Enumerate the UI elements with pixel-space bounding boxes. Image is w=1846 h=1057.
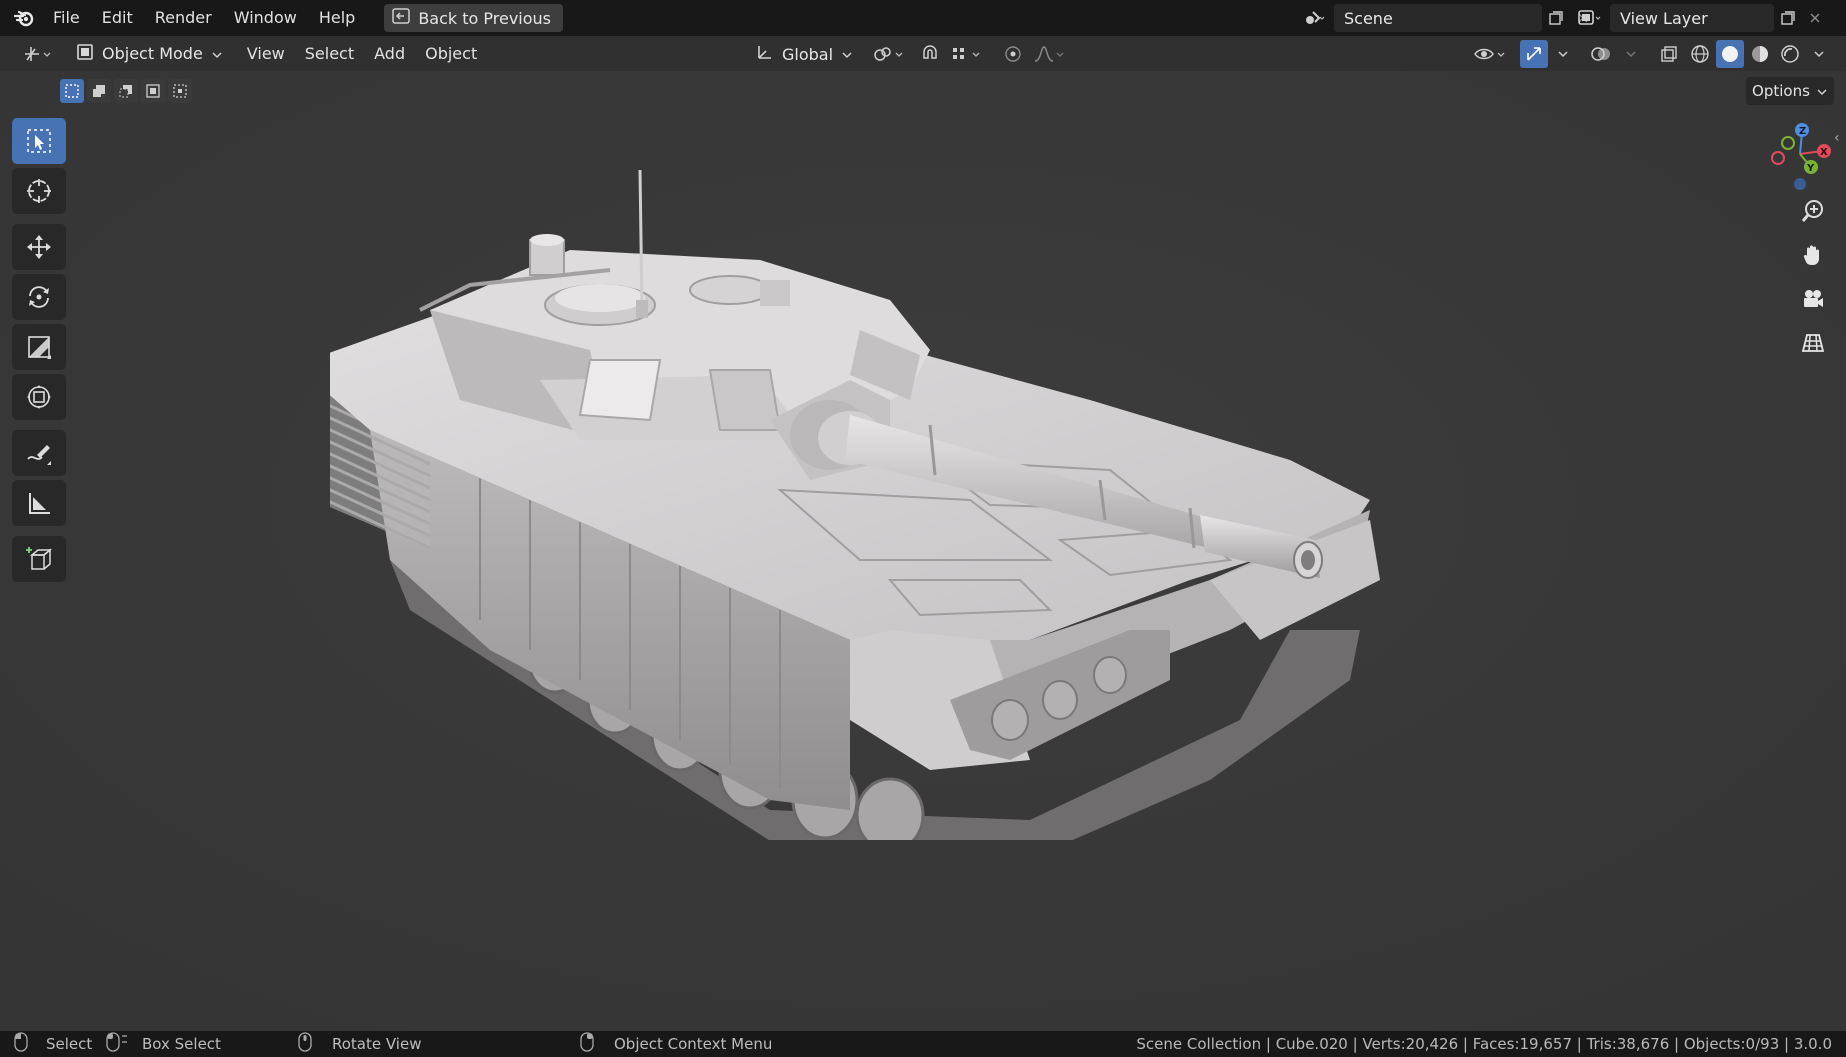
- menu-render[interactable]: Render: [144, 0, 223, 36]
- pivot-point-icon[interactable]: [868, 40, 912, 68]
- orientation-axes-icon: [756, 43, 774, 65]
- svg-text:X: X: [1820, 147, 1828, 158]
- gizmo-dropdown-icon[interactable]: [1550, 40, 1576, 68]
- menu-edit[interactable]: Edit: [91, 0, 144, 36]
- header-menu-add[interactable]: Add: [364, 44, 415, 63]
- add-cube-icon[interactable]: [12, 536, 66, 582]
- transform-orientation-label: Global: [782, 44, 834, 64]
- sidebar-collapse-arrow-icon[interactable]: ‹: [1834, 130, 1840, 146]
- select-mode-buttons: [60, 79, 192, 103]
- svg-text:Y: Y: [1806, 163, 1815, 174]
- snap-target-icon[interactable]: [948, 40, 988, 68]
- measure-icon[interactable]: [12, 480, 66, 526]
- blender-window: File Edit Render Window Help Back to Pre…: [0, 0, 1846, 1057]
- options-label: Options: [1752, 82, 1810, 100]
- blender-logo-icon[interactable]: [6, 0, 42, 36]
- zoom-icon[interactable]: [1794, 192, 1832, 230]
- navigation-buttons: [1794, 192, 1832, 362]
- status-context-menu: Object Context Menu: [580, 1031, 772, 1057]
- shading-wireframe-icon[interactable]: [1686, 40, 1714, 68]
- proportional-editing-icon[interactable]: [998, 40, 1028, 68]
- overlays-toggle-icon[interactable]: [1586, 40, 1616, 68]
- visibility-eye-icon[interactable]: [1470, 40, 1512, 68]
- transform-icon[interactable]: [12, 374, 66, 420]
- chevron-down-icon: [841, 45, 853, 63]
- snap-toggle-icon[interactable]: [916, 40, 944, 68]
- view-layer-name-field[interactable]: View Layer: [1610, 4, 1774, 32]
- hand-pan-icon[interactable]: [1794, 236, 1832, 274]
- gizmo-toggle-icon[interactable]: [1520, 40, 1548, 68]
- status-rotate-view-label: Rotate View: [332, 1035, 422, 1053]
- status-bar: Select Box Select Rotate View Object Con…: [0, 1031, 1846, 1057]
- select-mode-subtract-icon[interactable]: [114, 79, 138, 103]
- xray-toggle-icon[interactable]: [1654, 40, 1684, 68]
- scale-icon[interactable]: [12, 324, 66, 370]
- move-icon[interactable]: [12, 224, 66, 270]
- chevron-down-icon: [211, 44, 223, 63]
- overlays-dropdown-icon[interactable]: [1618, 40, 1644, 68]
- back-to-previous-button[interactable]: Back to Previous: [384, 4, 564, 32]
- menu-help[interactable]: Help: [308, 0, 366, 36]
- shading-solid-icon[interactable]: [1716, 40, 1744, 68]
- viewport-display-tools: [1470, 40, 1832, 68]
- top-bar: File Edit Render Window Help Back to Pre…: [0, 0, 1846, 36]
- new-view-layer-icon[interactable]: [1774, 4, 1802, 32]
- object-mode-label: Object Mode: [102, 44, 203, 63]
- header-menu-select[interactable]: Select: [295, 44, 364, 63]
- view-layer-icon[interactable]: [1570, 4, 1610, 32]
- tank-3d-model[interactable]: [290, 160, 1570, 860]
- select-box-icon[interactable]: [12, 118, 66, 164]
- object-mode-icon: [76, 43, 94, 65]
- shading-material-icon[interactable]: [1746, 40, 1774, 68]
- status-box-select-label: Box Select: [142, 1035, 221, 1053]
- options-dropdown[interactable]: Options: [1746, 77, 1834, 105]
- select-mode-intersect-icon[interactable]: [168, 79, 192, 103]
- select-mode-new-icon[interactable]: [60, 79, 84, 103]
- shading-rendered-icon[interactable]: [1776, 40, 1804, 68]
- scene-name-field[interactable]: Scene: [1334, 4, 1542, 32]
- menu-file[interactable]: File: [42, 0, 91, 36]
- status-select-label: Select: [46, 1035, 93, 1053]
- transform-orientation-dropdown[interactable]: Global: [750, 40, 858, 68]
- select-mode-extend-icon[interactable]: [87, 79, 111, 103]
- view-layer-selector: View Layer: [1570, 4, 1828, 32]
- svg-text:Z: Z: [1799, 126, 1806, 137]
- mouse-drag-icon: [106, 1032, 128, 1056]
- back-to-previous-label: Back to Previous: [418, 8, 552, 28]
- falloff-curve-icon[interactable]: [1032, 40, 1068, 68]
- cursor-icon[interactable]: [12, 168, 66, 214]
- scene-selector: Scene: [1294, 4, 1596, 32]
- chevron-down-icon: [1816, 82, 1828, 100]
- status-context-menu-label: Object Context Menu: [614, 1035, 773, 1053]
- status-rotate-view: Rotate View: [298, 1031, 421, 1057]
- select-mode-invert-icon[interactable]: [141, 79, 165, 103]
- viewport-header: Object Mode View Select Add Object Globa…: [0, 36, 1846, 71]
- status-box-select: Box Select: [106, 1031, 221, 1057]
- mouse-right-icon: [580, 1032, 594, 1056]
- scene-icon[interactable]: [1294, 4, 1334, 32]
- editor-type-icon[interactable]: [18, 40, 58, 68]
- object-mode-dropdown[interactable]: Object Mode: [70, 40, 229, 68]
- transform-tools: Global: [750, 40, 1068, 68]
- back-arrow-icon: [392, 8, 411, 28]
- header-menu-object[interactable]: Object: [415, 44, 487, 63]
- camera-icon[interactable]: [1794, 280, 1832, 318]
- header-menu-view[interactable]: View: [237, 44, 295, 63]
- grid-ortho-icon[interactable]: [1794, 324, 1832, 362]
- new-scene-icon[interactable]: [1542, 4, 1570, 32]
- delete-view-layer-icon[interactable]: [1802, 4, 1828, 32]
- menu-window[interactable]: Window: [223, 0, 308, 36]
- mouse-left-icon: [14, 1032, 28, 1056]
- mouse-middle-icon: [298, 1032, 312, 1056]
- tool-shelf: [12, 118, 66, 586]
- rotate-icon[interactable]: [12, 274, 66, 320]
- status-select: Select: [14, 1031, 92, 1057]
- navigation-gizmo[interactable]: Z X Y: [1760, 118, 1840, 198]
- annotate-icon[interactable]: [12, 430, 66, 476]
- scene-statistics: Scene Collection | Cube.020 | Verts:20,4…: [1136, 1035, 1832, 1053]
- shading-dropdown-icon[interactable]: [1806, 40, 1832, 68]
